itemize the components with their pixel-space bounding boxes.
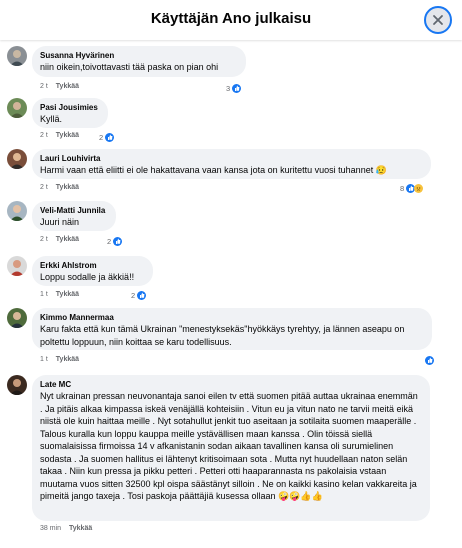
comment-bubble: Veli-Matti Junnila Juuri näin [32, 201, 116, 231]
comment-time[interactable]: 2 t [40, 236, 48, 243]
comment-time[interactable]: 2 t [40, 184, 48, 191]
avatar[interactable] [7, 46, 27, 66]
comment-meta: 2 t Tykkää [40, 132, 79, 139]
avatar[interactable] [7, 149, 27, 169]
dialog-header: Käyttäjän Ano julkaisu [0, 0, 462, 40]
like-reaction-icon [137, 290, 147, 300]
comment-time[interactable]: 1 t [40, 291, 48, 298]
like-link[interactable]: Tykkää [56, 236, 79, 243]
like-reaction-icon [425, 355, 434, 365]
comment-text: Nyt ukrainan pressan neuvonantaja sanoi … [40, 391, 418, 501]
reaction-count[interactable]: 8 [400, 182, 424, 194]
comment-meta: 1 t Tykkää [40, 356, 79, 363]
comment-meta: 2 t Tykkää [40, 184, 79, 191]
dialog-title: Käyttäjän Ano julkaisu [150, 10, 312, 27]
comment-author[interactable]: Kimmo Mannermaa [40, 312, 423, 323]
like-link[interactable]: Tykkää [69, 525, 92, 532]
like-link[interactable]: Tykkää [56, 291, 79, 298]
avatar[interactable] [7, 308, 27, 328]
comment-bubble: Erkki Ahlstrom Loppu sodalle ja äkkiä!! [32, 256, 153, 286]
comment-time[interactable]: 2 t [40, 132, 48, 139]
comment-bubble: Pasi Jousimies Kyllä. [32, 98, 108, 128]
comment-text: niin oikein,toivottavasti tää paska on p… [40, 62, 219, 72]
avatar[interactable] [7, 201, 27, 221]
comment-author[interactable]: Veli-Matti Junnila [40, 205, 107, 216]
reaction-count[interactable]: 2 [131, 289, 147, 301]
like-link[interactable]: Tykkää [56, 132, 79, 139]
like-link[interactable]: Tykkää [56, 356, 79, 363]
close-icon [433, 15, 443, 25]
comment-text: Kyllä. [40, 114, 63, 124]
reaction-count[interactable]: 2 [107, 235, 123, 247]
comment-author[interactable]: Erkki Ahlstrom [40, 260, 144, 271]
comment-author[interactable]: Susanna Hyvärinen [40, 50, 237, 61]
avatar[interactable] [7, 256, 27, 276]
comment-time[interactable]: 2 t [40, 83, 48, 90]
avatar[interactable] [7, 98, 27, 118]
comment-author[interactable]: Pasi Jousimies [40, 102, 99, 113]
comment-bubble: Susanna Hyvärinen niin oikein,toivottava… [32, 46, 246, 77]
comment-bubble: Lauri Louhivirta Harmi vaan että eliitti… [32, 149, 431, 179]
reaction-count[interactable]: 3 [226, 82, 242, 94]
comment-bubble: Late MC Nyt ukrainan pressan neuvonantaj… [32, 375, 430, 521]
reaction-count[interactable]: 2 [99, 131, 115, 143]
comment-meta: 2 t Tykkää [40, 83, 79, 90]
like-link[interactable]: Tykkää [56, 83, 79, 90]
comment-text: Harmi vaan että eliitti ei ole hakattava… [40, 165, 387, 175]
avatar[interactable] [7, 375, 27, 395]
comment-time[interactable]: 1 t [40, 356, 48, 363]
comment-bubble: Kimmo Mannermaa Karu fakta että kun tämä… [32, 308, 432, 350]
comment-text: Juuri näin [40, 217, 80, 227]
close-button[interactable] [424, 6, 452, 34]
comment-author[interactable]: Lauri Louhivirta [40, 153, 422, 164]
comment-text: Loppu sodalle ja äkkiä!! [40, 272, 135, 282]
comment-meta: 38 min Tykkää [40, 525, 92, 532]
comment-meta: 1 t Tykkää [40, 291, 79, 298]
like-link[interactable]: Tykkää [56, 184, 79, 191]
like-reaction-icon [113, 236, 123, 246]
comment-text: Karu fakta että kun tämä Ukrainan "menes… [40, 324, 405, 347]
like-reaction-icon [105, 132, 115, 142]
sad-reaction-icon [414, 183, 424, 193]
comment-author[interactable]: Late MC [40, 379, 421, 390]
comment-time[interactable]: 38 min [40, 525, 61, 532]
reaction-count[interactable] [423, 354, 434, 366]
like-reaction-icon [232, 83, 242, 93]
comment-meta: 2 t Tykkää [40, 236, 79, 243]
